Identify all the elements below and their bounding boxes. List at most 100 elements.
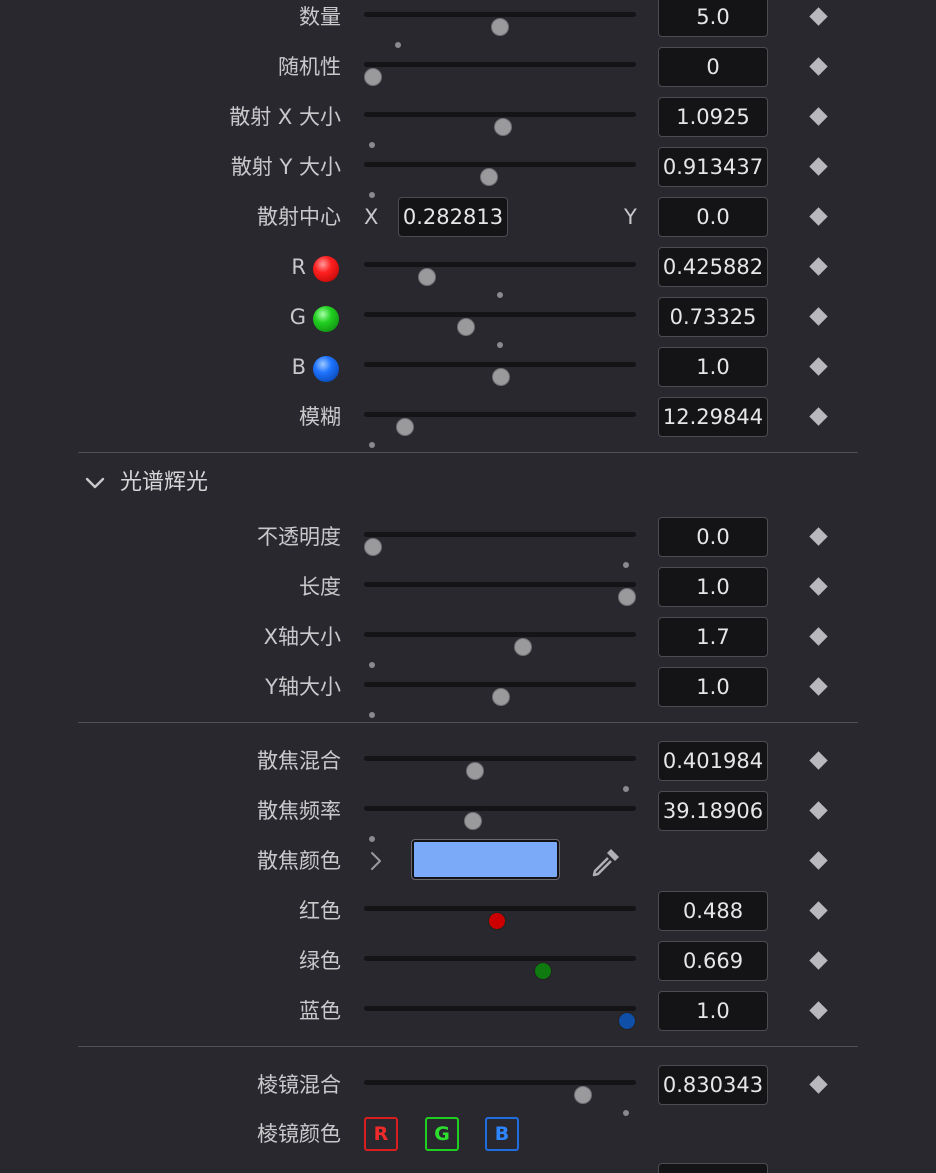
slider-track[interactable] (364, 12, 636, 48)
keyframe-diamond-icon[interactable] (809, 1001, 828, 1020)
value-field[interactable]: 0.0 (658, 517, 768, 557)
keyframe-diamond-icon[interactable] (809, 57, 828, 76)
slider-track[interactable] (364, 162, 636, 198)
chevron-down-icon[interactable] (85, 475, 105, 491)
slider-track[interactable] (364, 582, 636, 606)
value-field[interactable]: 0.488 (658, 891, 768, 931)
slider-track[interactable] (364, 906, 636, 930)
slider-track[interactable] (364, 1006, 636, 1030)
slider-track[interactable] (364, 532, 636, 568)
slider-track[interactable] (364, 62, 636, 86)
value-field[interactable]: 1.0 (658, 567, 768, 607)
keyframe-diamond-icon[interactable] (809, 407, 828, 426)
slider-knob[interactable] (488, 912, 506, 930)
slider-knob[interactable] (418, 268, 436, 286)
keyframe-diamond-icon[interactable] (809, 527, 828, 546)
channel-b-button[interactable]: B (485, 1117, 519, 1151)
slider-knob[interactable] (492, 688, 510, 706)
value-field[interactable]: 0.73325 (658, 297, 768, 337)
keyframe-diamond-icon[interactable] (809, 207, 828, 226)
section-title: 光谱辉光 (120, 470, 209, 495)
value-field[interactable]: 0.401984 (658, 741, 768, 781)
default-marker (497, 292, 503, 298)
slider-knob[interactable] (574, 1086, 592, 1104)
slider-knob[interactable] (364, 68, 382, 86)
keyframe-diamond-icon[interactable] (809, 801, 828, 820)
keyframe-diamond-icon[interactable] (809, 627, 828, 646)
value-field[interactable]: 1.0 (658, 347, 768, 387)
param-row-g: G 0.73325 (0, 297, 936, 350)
value-field-partial[interactable] (658, 1163, 768, 1173)
value-field[interactable]: 39.18906 (658, 791, 768, 831)
slider-knob[interactable] (492, 368, 510, 386)
eyedropper-icon[interactable] (589, 845, 623, 879)
value-field[interactable]: 1.0 (658, 667, 768, 707)
slider-knob[interactable] (466, 762, 484, 780)
param-label: 散射 X 大小 (229, 105, 341, 129)
section-header[interactable]: 光谱辉光 (0, 466, 936, 502)
slider-knob[interactable] (491, 18, 509, 36)
slider-track[interactable] (364, 806, 636, 842)
param-row-scatter-center: 散射中心 X 0.282813 Y 0.0 (0, 197, 936, 250)
slider-track[interactable] (364, 262, 636, 298)
keyframe-diamond-icon[interactable] (809, 577, 828, 596)
slider-track[interactable] (364, 362, 636, 386)
slider-knob[interactable] (494, 118, 512, 136)
color-swatch[interactable] (411, 839, 560, 880)
value-field[interactable]: 1.7 (658, 617, 768, 657)
keyframe-diamond-icon[interactable] (809, 1075, 828, 1094)
value-field[interactable]: 0.913437 (658, 147, 768, 187)
chevron-right-icon[interactable] (368, 851, 384, 871)
value-field[interactable]: 1.0 (658, 991, 768, 1031)
slider-knob[interactable] (396, 418, 414, 436)
value-field[interactable]: 12.29844 (658, 397, 768, 437)
y-value-field[interactable]: 0.0 (658, 197, 768, 237)
x-label: X (364, 205, 379, 229)
slider-track[interactable] (364, 756, 636, 792)
keyframe-diamond-icon[interactable] (809, 851, 828, 870)
slider-track[interactable] (364, 412, 636, 448)
slider-track[interactable] (364, 682, 636, 718)
param-row-randomness: 随机性 0 (0, 47, 936, 100)
divider (78, 722, 858, 723)
param-row-bokeh-color: 散焦颜色 (0, 839, 936, 894)
param-row-r: R 0.425882 (0, 247, 936, 300)
slider-knob[interactable] (618, 1012, 636, 1030)
value-field[interactable]: 0.425882 (658, 247, 768, 287)
slider-track[interactable] (364, 632, 636, 668)
param-row-bokeh-mix: 散焦混合 0.401984 (0, 741, 936, 794)
slider-knob[interactable] (514, 638, 532, 656)
keyframe-diamond-icon[interactable] (809, 951, 828, 970)
keyframe-diamond-icon[interactable] (809, 257, 828, 276)
channel-g-button[interactable]: G (425, 1117, 459, 1151)
param-label: 散焦频率 (257, 799, 341, 823)
slider-track[interactable] (364, 1080, 636, 1116)
slider-track[interactable] (364, 112, 636, 148)
keyframe-diamond-icon[interactable] (809, 7, 828, 26)
value-field[interactable]: 5.0 (658, 0, 768, 37)
param-label: R (291, 255, 306, 279)
keyframe-diamond-icon[interactable] (809, 677, 828, 696)
keyframe-diamond-icon[interactable] (809, 307, 828, 326)
value-field[interactable]: 0.669 (658, 941, 768, 981)
keyframe-diamond-icon[interactable] (809, 107, 828, 126)
slider-track[interactable] (364, 956, 636, 980)
slider-knob[interactable] (618, 588, 636, 606)
slider-track[interactable] (364, 312, 636, 348)
value-field[interactable]: 0.830343 (658, 1065, 768, 1105)
slider-knob[interactable] (464, 812, 482, 830)
default-marker (623, 562, 629, 568)
slider-knob[interactable] (457, 318, 475, 336)
keyframe-diamond-icon[interactable] (809, 751, 828, 770)
x-value-field[interactable]: 0.282813 (398, 197, 508, 237)
keyframe-diamond-icon[interactable] (809, 357, 828, 376)
param-row-x-axis-size: X轴大小 1.7 (0, 617, 936, 670)
channel-r-button[interactable]: R (364, 1117, 398, 1151)
keyframe-diamond-icon[interactable] (809, 157, 828, 176)
slider-knob[interactable] (480, 168, 498, 186)
slider-knob[interactable] (534, 962, 552, 980)
value-field[interactable]: 1.0925 (658, 97, 768, 137)
slider-knob[interactable] (364, 538, 382, 556)
value-field[interactable]: 0 (658, 47, 768, 87)
keyframe-diamond-icon[interactable] (809, 901, 828, 920)
